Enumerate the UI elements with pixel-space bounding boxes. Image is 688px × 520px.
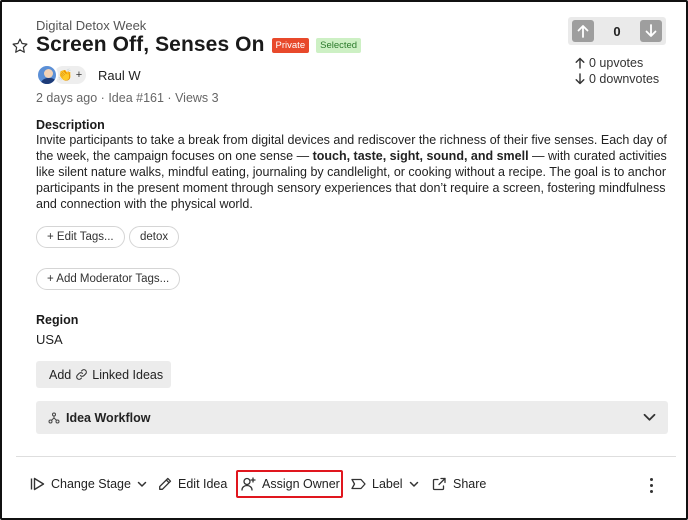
idea-detail-panel: Digital Detox Week Screen Off, Senses On… [0,0,688,520]
label-label: Label [372,477,403,491]
share-icon [432,477,446,491]
plus-icon: + [75,69,83,81]
label-icon [351,478,366,490]
add-moderator-tags-button[interactable]: + Add Moderator Tags... [36,268,181,290]
campaign-name[interactable]: Digital Detox Week [36,18,146,33]
idea-number: Idea #161 [108,91,164,105]
linked-ideas-label: Linked Ideas [92,367,164,382]
region-label: Region [36,313,79,327]
chevron-down-icon [409,481,418,487]
edit-idea-button[interactable]: Edit Idea [158,472,227,496]
chevron-down-icon [643,413,656,421]
downvote-button[interactable] [639,20,662,42]
meta-separator: · [100,91,105,105]
description-bold: touch, taste, sight, sound, and smell [312,149,529,163]
description-label: Description [36,118,105,132]
arrow-up-icon [577,25,589,38]
workflow-label: Idea Workflow [66,410,151,425]
arrow-down-icon [575,73,585,85]
vote-count: 0 [613,23,621,39]
meta-separator: · [167,91,172,105]
add-user-icon [241,477,256,491]
pencil-icon [159,477,172,490]
region-value: USA [36,332,63,347]
view-count: Views 3 [175,91,219,105]
stage-icon [30,477,45,491]
downvotes-row[interactable]: 0 downvotes [575,71,659,87]
share-label: Share [453,477,487,491]
add-label: Add [49,367,72,382]
private-badge: Private [271,37,310,53]
link-icon [76,369,88,380]
change-stage-label: Change Stage [51,477,131,491]
add-linked-ideas-button[interactable]: Add Linked Ideas [36,361,171,388]
workflow-icon [48,412,60,423]
assign-owner-button[interactable]: Assign Owner [241,472,340,496]
assign-owner-label: Assign Owner [262,477,340,491]
idea-title: Screen Off, Senses On [36,33,265,56]
clap-icon: 👏 [57,68,73,82]
arrow-down-icon [645,24,657,37]
title-row: Screen Off, Senses On Private Selected [36,33,362,57]
upvote-button[interactable] [572,20,594,42]
edit-tags-button[interactable]: + Edit Tags... [36,226,125,248]
selected-badge: Selected [316,37,362,53]
vote-summary: 0 upvotes 0 downvotes [575,55,659,87]
label-button[interactable]: Label [351,472,419,496]
downvotes-count: 0 downvotes [589,72,660,86]
more-options-icon[interactable] [642,474,660,496]
tag-chip[interactable]: detox [129,226,180,248]
divider [16,456,676,457]
chevron-down-icon [137,481,147,487]
description-text: Invite participants to take a break from… [36,132,670,212]
share-button[interactable]: Share [432,472,486,496]
arrow-up-icon [575,57,585,69]
edit-idea-label: Edit Idea [178,477,228,491]
idea-meta: 2 days ago · Idea #161 · Views 3 [36,91,219,105]
authors: 👏 + Raul W [36,64,141,86]
vote-control: 0 [568,17,666,45]
posted-time: 2 days ago [36,91,98,105]
upvotes-row[interactable]: 0 upvotes [575,55,659,71]
star-icon[interactable] [11,37,29,55]
idea-workflow-accordion[interactable]: Idea Workflow [36,401,668,434]
avatar[interactable] [36,64,58,86]
upvotes-count: 0 upvotes [589,56,644,70]
change-stage-button[interactable]: Change Stage [30,472,147,496]
author-name[interactable]: Raul W [98,68,141,83]
